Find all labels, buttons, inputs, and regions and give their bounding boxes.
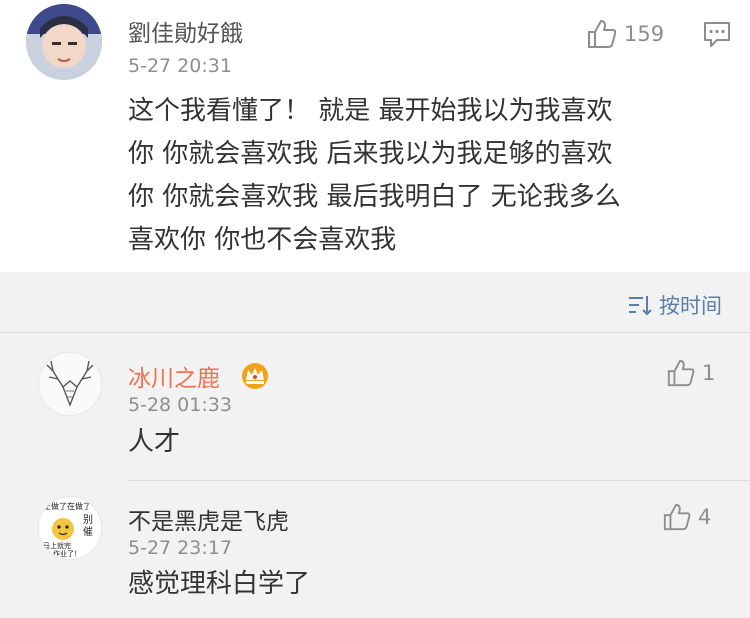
avatar-caption: 催 xyxy=(83,525,93,538)
username[interactable]: 冰川之鹿 xyxy=(128,359,220,393)
comment-text: 感觉理科白学了 xyxy=(128,569,311,599)
timestamp: 5-27 20:31 xyxy=(128,55,232,77)
like-count: 4 xyxy=(698,505,712,529)
comment-text-line: 这个我看懂了！ 就是 最开始我以为我喜欢 xyxy=(128,96,613,126)
sort-button[interactable]: 按时间 xyxy=(627,290,722,320)
comment-icon xyxy=(704,22,730,47)
timestamp: 5-27 23:17 xyxy=(128,537,232,559)
reply-button[interactable] xyxy=(702,19,732,53)
sort-label: 按时间 xyxy=(659,294,722,318)
like-count: 1 xyxy=(702,361,716,385)
username[interactable]: 不是黑虎是飞虎 xyxy=(128,502,289,536)
comment-text: 人才 xyxy=(128,427,181,457)
like-button[interactable]: 159 xyxy=(586,18,664,50)
avatar-caption: 正做了在做了 xyxy=(43,501,91,511)
thumbs-up-icon xyxy=(667,359,695,387)
avatar-caption: 别 xyxy=(83,514,93,526)
like-button[interactable]: 4 xyxy=(662,502,711,532)
username[interactable]: 劉佳勛好餓 xyxy=(128,14,243,48)
like-count: 159 xyxy=(624,22,665,46)
timestamp: 5-28 01:33 xyxy=(128,394,232,416)
crown-badge-icon xyxy=(242,363,268,389)
avatar[interactable]: 正做了在做了 别 催 马上就完 作业了！ xyxy=(38,496,102,560)
thumbs-up-icon xyxy=(663,503,691,531)
thumbs-up-icon xyxy=(588,20,617,48)
divider xyxy=(128,480,750,481)
comment-text-line: 你 你就会喜欢我 后来我以为我足够的喜欢 xyxy=(128,139,613,169)
deer-avatar-image xyxy=(39,353,101,415)
user-avatar-image xyxy=(26,4,102,80)
comment-text-line: 你 你就会喜欢我 最后我明白了 无论我多么 xyxy=(128,182,621,212)
comment-text: 这个我看懂了！ 就是 最开始我以为我喜欢 你 你就会喜欢我 后来我以为我足够的喜… xyxy=(128,90,621,262)
avatar[interactable] xyxy=(26,4,102,80)
avatar[interactable] xyxy=(38,352,102,416)
sort-icon xyxy=(629,296,652,315)
meme-avatar-image: 正做了在做了 别 催 马上就完 作业了！ xyxy=(39,497,101,559)
divider xyxy=(0,332,750,333)
like-button[interactable]: 1 xyxy=(666,358,715,388)
avatar-caption: 作业了！ xyxy=(53,549,81,558)
comment-text-line: 喜欢你 你也不会喜欢我 xyxy=(128,225,397,255)
avatar-caption: 马上就完 xyxy=(43,541,71,550)
